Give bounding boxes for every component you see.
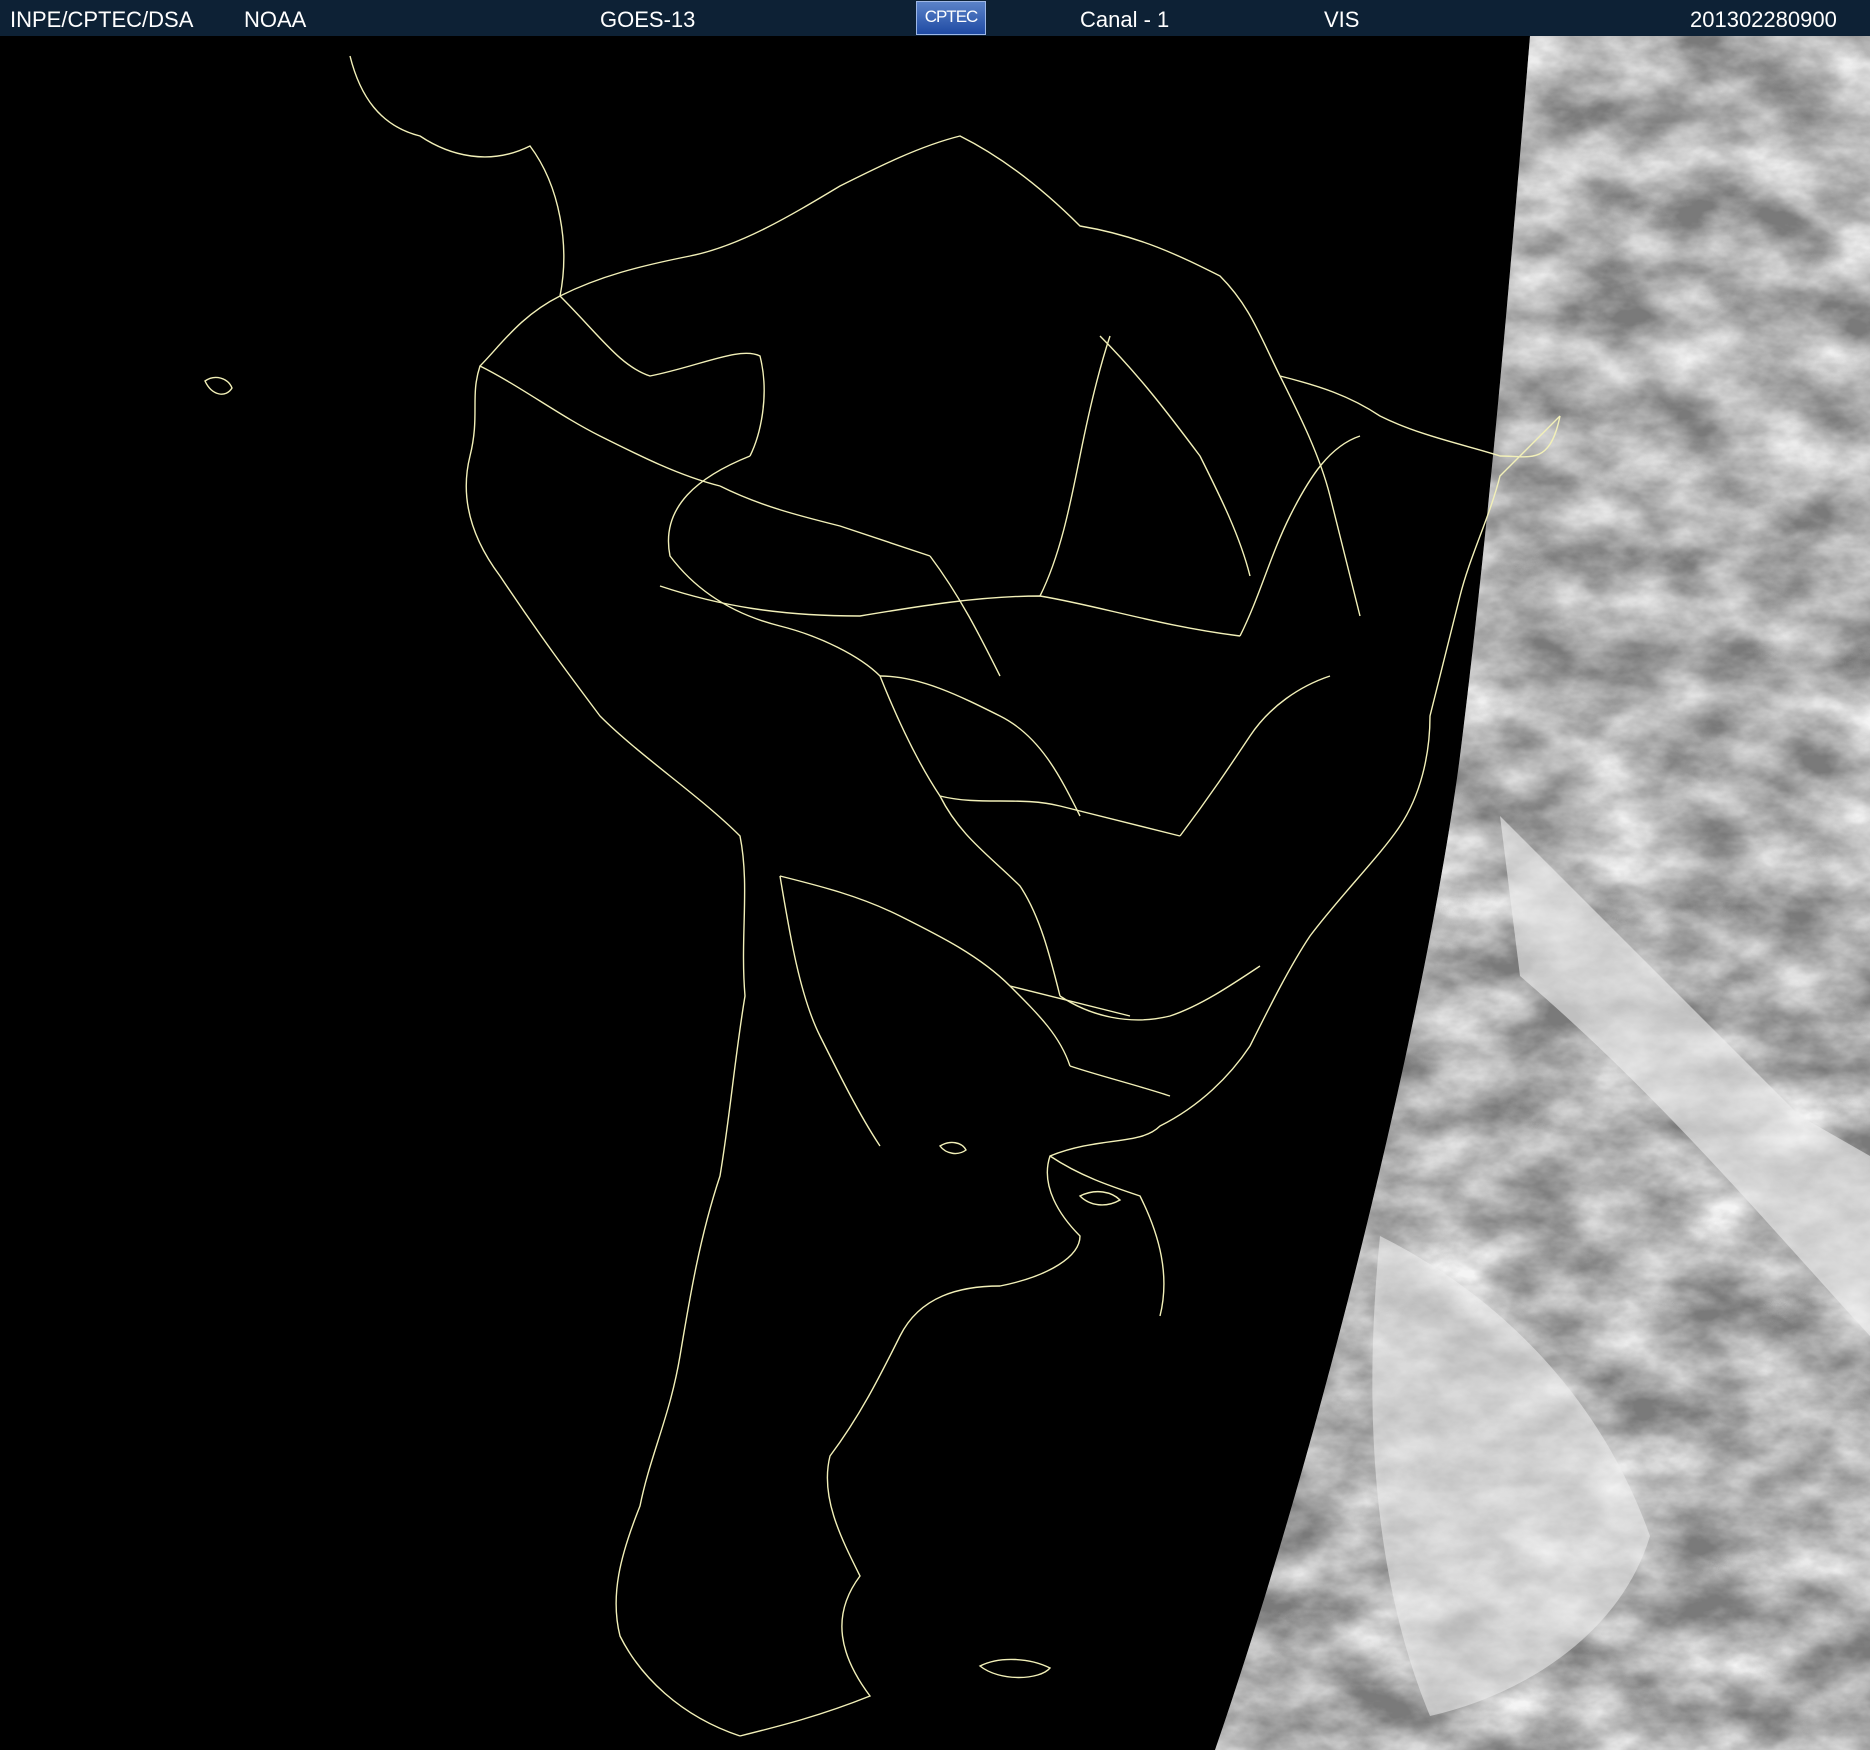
image-header-bar: INPE/CPTEC/DSA NOAA GOES-13 CPTEC Canal … xyxy=(0,0,1870,37)
channel-label: Canal - 1 xyxy=(1080,7,1170,32)
satellite-label: GOES-13 xyxy=(600,7,696,32)
org-label: INPE/CPTEC/DSA xyxy=(10,7,194,32)
satellite-image xyxy=(0,36,1870,1750)
timestamp-label: 201302280900 xyxy=(1690,7,1837,32)
band-label: VIS xyxy=(1324,7,1360,32)
satellite-map xyxy=(0,36,1870,1750)
agency-label: NOAA xyxy=(244,7,307,32)
logo-text: CPTEC xyxy=(924,7,979,26)
cptec-logo: CPTEC xyxy=(916,1,986,35)
